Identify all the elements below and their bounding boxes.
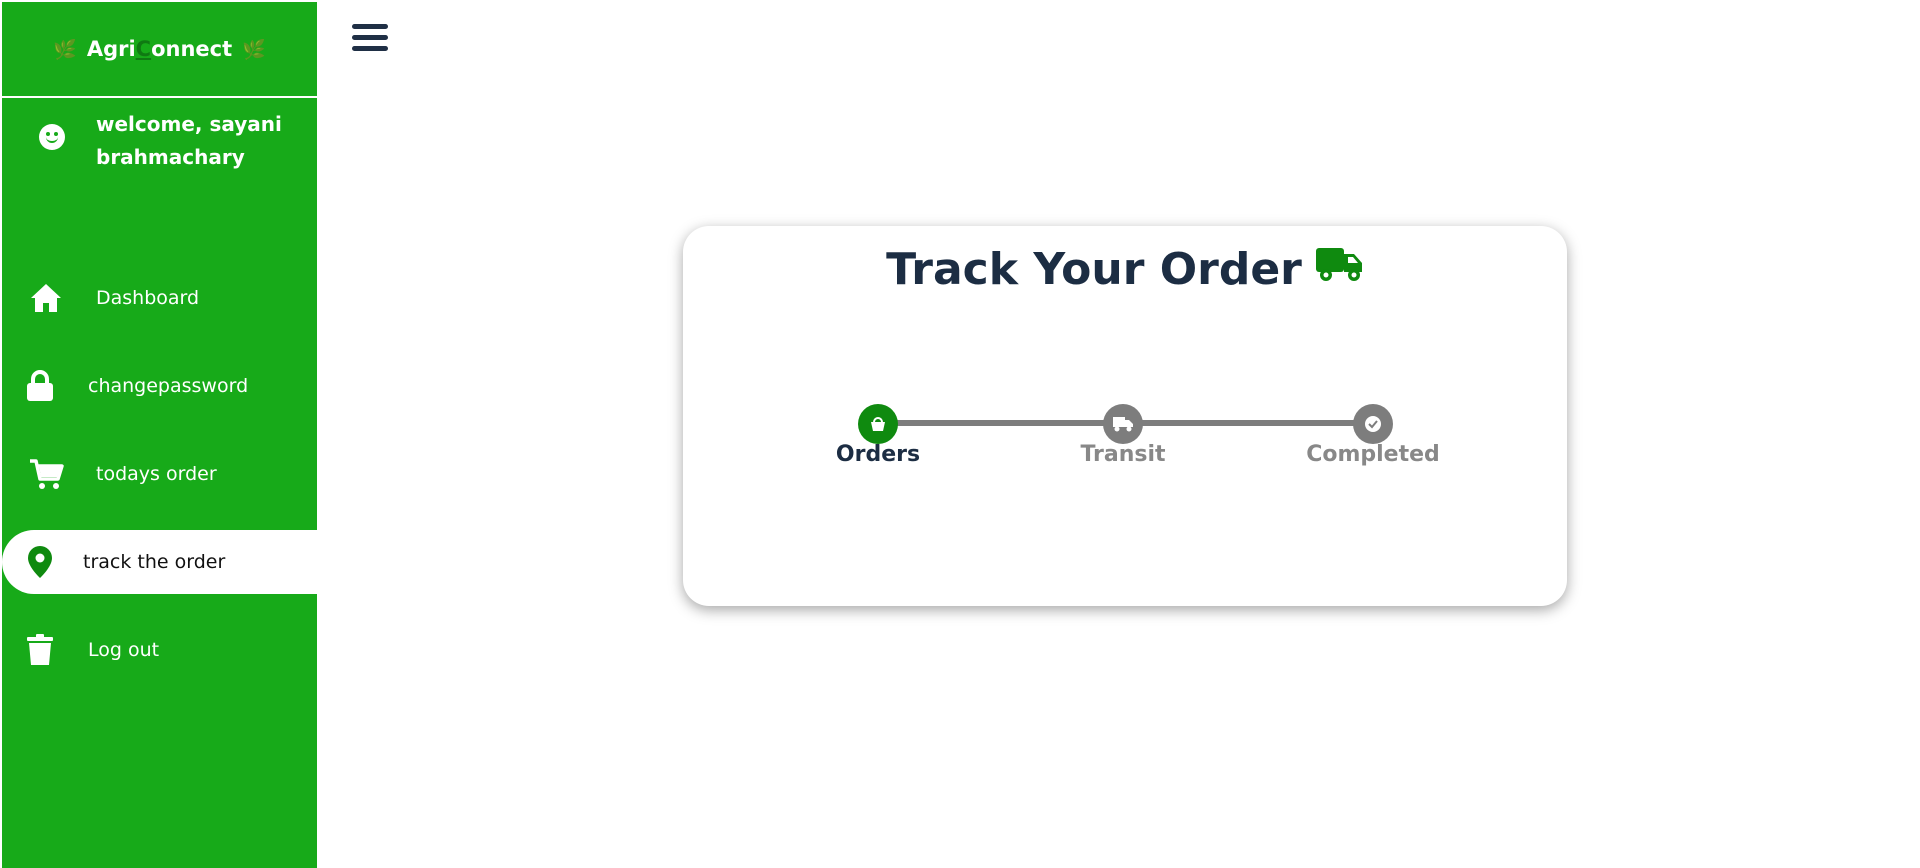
map-pin-icon (20, 542, 60, 582)
sidebar-item-track-the-order[interactable]: track the order (2, 530, 317, 594)
step-transit-marker (1103, 404, 1143, 444)
sidebar-item-log-out[interactable]: Log out (2, 618, 317, 682)
title-text: Track Your Order (886, 244, 1302, 295)
brand-name: AgriConnect (86, 37, 233, 61)
step-completed-marker (1353, 404, 1393, 444)
leaf-icon: 🌿 (53, 38, 77, 61)
step-orders-marker (858, 404, 898, 444)
sidebar-item-label: changepassword (88, 375, 249, 397)
track-order-card: Track Your Order Orders Transit Complete… (683, 226, 1567, 606)
trash-icon (20, 630, 60, 670)
home-icon (26, 278, 66, 318)
sidebar-item-dashboard[interactable]: Dashboard (2, 266, 317, 330)
lock-icon (20, 366, 60, 406)
hamburger-menu-icon[interactable] (352, 24, 388, 60)
sidebar-item-label: track the order (83, 551, 226, 573)
check-circle-icon (1365, 416, 1381, 432)
step-label-completed: Completed (1306, 442, 1440, 467)
truck-icon (1314, 244, 1364, 295)
sidebar-item-changepassword[interactable]: changepassword (2, 354, 317, 418)
sidebar-item-todays-order[interactable]: todays order (2, 442, 317, 506)
sidebar: 🌿 AgriConnect 🌿 welcome, sayani brahmach… (2, 2, 317, 868)
welcome-text: welcome, sayani brahmachary (96, 112, 282, 169)
truck-icon (1113, 417, 1133, 432)
sidebar-item-label: todays order (96, 463, 217, 485)
leaf-icon: 🌿 (242, 38, 266, 61)
step-label-orders: Orders (835, 442, 921, 467)
cart-icon (26, 454, 66, 494)
shopping-basket-icon (871, 417, 885, 431)
user-welcome: welcome, sayani brahmachary (2, 108, 317, 169)
brand-logo[interactable]: 🌿 AgriConnect 🌿 (2, 2, 317, 98)
sidebar-item-label: Dashboard (96, 287, 200, 309)
smiley-icon (39, 124, 65, 150)
sidebar-item-label: Log out (88, 639, 160, 661)
page-title: Track Your Order (683, 244, 1567, 295)
step-label-transit: Transit (1080, 442, 1166, 467)
